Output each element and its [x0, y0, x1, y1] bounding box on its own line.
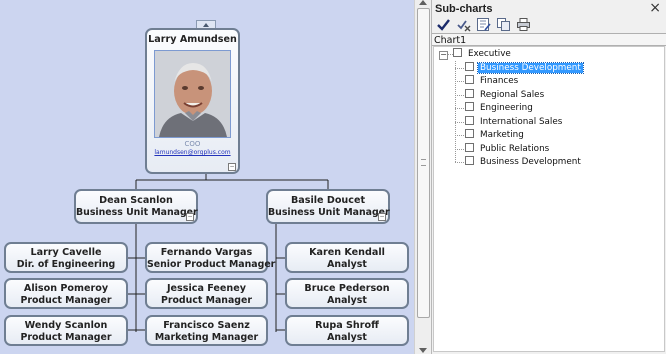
tree-item[interactable]: Finances	[465, 75, 520, 88]
tree-connector	[455, 95, 464, 96]
panel-title: Sub-charts	[435, 3, 493, 15]
org-node-staff[interactable]: Alison Pomeroy Product Manager	[4, 278, 128, 309]
tree-connector	[455, 135, 464, 136]
tree-item-label: Public Relations	[480, 144, 550, 154]
scroll-up-arrow-icon[interactable]	[419, 0, 427, 5]
node-title: Product Manager	[161, 295, 252, 306]
org-node-manager[interactable]: Dean Scanlon Business Unit Manager −	[74, 189, 198, 224]
tree-connector	[455, 81, 464, 82]
tree-item[interactable]: Regional Sales	[465, 89, 546, 102]
tree-checkbox[interactable]	[465, 129, 474, 138]
node-name: Larry Cavelle	[30, 247, 102, 258]
tree-connector	[455, 61, 456, 162]
chart-name-label: Chart1	[432, 33, 666, 46]
node-title: Senior Product Manager	[147, 259, 276, 270]
tree-item-label: Regional Sales	[480, 90, 545, 100]
tree-checkbox[interactable]	[465, 156, 474, 165]
tree-item-label: International Sales	[480, 117, 563, 127]
node-title: Product Manager	[20, 332, 112, 343]
org-chart-canvas[interactable]: Larry Amundsen COO lamundsen@orgplus.com…	[0, 0, 414, 354]
tree-checkbox[interactable]	[465, 102, 474, 111]
employee-photo	[154, 50, 231, 138]
node-title: Analyst	[327, 332, 367, 343]
tree-connector	[455, 162, 464, 163]
uncheck-icon[interactable]	[456, 17, 471, 32]
org-node-root[interactable]: Larry Amundsen COO lamundsen@orgplus.com…	[145, 28, 240, 174]
tree-item[interactable]: Public Relations	[465, 143, 551, 156]
org-node-staff[interactable]: Rupa Shroff Analyst	[285, 315, 409, 346]
node-title: Business Unit Manager	[268, 207, 390, 218]
tree-connector	[455, 122, 464, 123]
tree-checkbox[interactable]	[453, 48, 462, 57]
node-title: Business Unit Manager	[76, 207, 198, 218]
tree-connector	[455, 108, 464, 109]
node-name: Rupa Shroff	[315, 320, 379, 331]
check-icon[interactable]	[436, 17, 451, 32]
node-name: Jessica Feeney	[166, 283, 247, 294]
tree-checkbox[interactable]	[465, 62, 474, 71]
subcharts-toolbar	[436, 17, 531, 33]
node-name: Wendy Scanlon	[24, 320, 108, 331]
node-name: Larry Amundsen	[148, 34, 237, 45]
org-node-staff[interactable]: Bruce Pederson Analyst	[285, 278, 409, 309]
tree-item[interactable]: Marketing	[465, 129, 526, 142]
org-node-staff[interactable]: Fernando Vargas Senior Product Manager	[145, 242, 276, 273]
tree-collapse-toggle[interactable]: −	[439, 51, 448, 60]
tree-item-executive[interactable]: Executive	[453, 48, 513, 61]
tree-checkbox[interactable]	[465, 116, 474, 125]
org-node-staff[interactable]: Francisco Saenz Marketing Manager	[145, 315, 268, 346]
tree-item-label: Business Development	[477, 62, 584, 74]
node-title: Product Manager	[20, 295, 112, 306]
node-role: COO	[184, 140, 201, 148]
node-name: Basile Doucet	[290, 195, 366, 206]
tree-item-label: Marketing	[480, 130, 524, 140]
scroll-down-arrow-icon[interactable]	[419, 348, 427, 353]
node-title: Analyst	[327, 295, 367, 306]
org-node-staff[interactable]: Larry Cavelle Dir. of Engineering	[4, 242, 128, 273]
node-name: Dean Scanlon	[99, 195, 173, 206]
tree-connector	[455, 68, 464, 69]
node-name: Francisco Saenz	[163, 320, 250, 331]
subchart-tree[interactable]: − Executive Business Development Finance…	[433, 46, 665, 352]
expand-subchart-icon[interactable]: −	[228, 163, 236, 171]
org-node-staff[interactable]: Karen Kendall Analyst	[285, 242, 409, 273]
subcharts-panel: Sub-charts × Chart1 − Executive Business…	[431, 0, 666, 354]
node-name: Fernando Vargas	[160, 247, 253, 258]
close-icon[interactable]: ×	[649, 1, 661, 15]
tree-item[interactable]: Business Development	[465, 62, 584, 75]
copy-icon[interactable]	[496, 17, 511, 32]
node-title: Marketing Manager	[154, 332, 259, 343]
edit-chart-icon[interactable]	[476, 17, 491, 32]
tree-checkbox[interactable]	[465, 75, 474, 84]
expand-subchart-icon[interactable]: −	[186, 213, 194, 221]
node-name: Bruce Pederson	[304, 283, 390, 294]
node-title: Analyst	[327, 259, 367, 270]
tree-item-label: Executive	[468, 49, 511, 59]
tree-item[interactable]: International Sales	[465, 116, 564, 129]
scrollbar-thumb[interactable]	[417, 8, 430, 318]
tree-connector	[455, 149, 464, 150]
org-node-staff[interactable]: Jessica Feeney Product Manager	[145, 278, 268, 309]
expand-subchart-icon[interactable]: −	[378, 213, 386, 221]
tree-item-label: Business Development	[480, 157, 581, 167]
tree-item[interactable]: Business Development	[465, 156, 583, 169]
vertical-scrollbar[interactable]	[414, 0, 430, 354]
tree-item-label: Finances	[480, 76, 519, 86]
tree-item-label: Engineering	[480, 103, 533, 113]
node-name: Alison Pomeroy	[23, 283, 109, 294]
tree-checkbox[interactable]	[465, 89, 474, 98]
print-icon[interactable]	[516, 17, 531, 32]
org-node-manager[interactable]: Basile Doucet Business Unit Manager −	[266, 189, 390, 224]
tree-item[interactable]: Engineering	[465, 102, 535, 115]
node-name: Karen Kendall	[309, 247, 385, 258]
tree-checkbox[interactable]	[465, 143, 474, 152]
node-title: Dir. of Engineering	[16, 259, 116, 270]
node-email-link[interactable]: lamundsen@orgplus.com	[147, 149, 238, 156]
org-node-staff[interactable]: Wendy Scanlon Product Manager	[4, 315, 128, 346]
